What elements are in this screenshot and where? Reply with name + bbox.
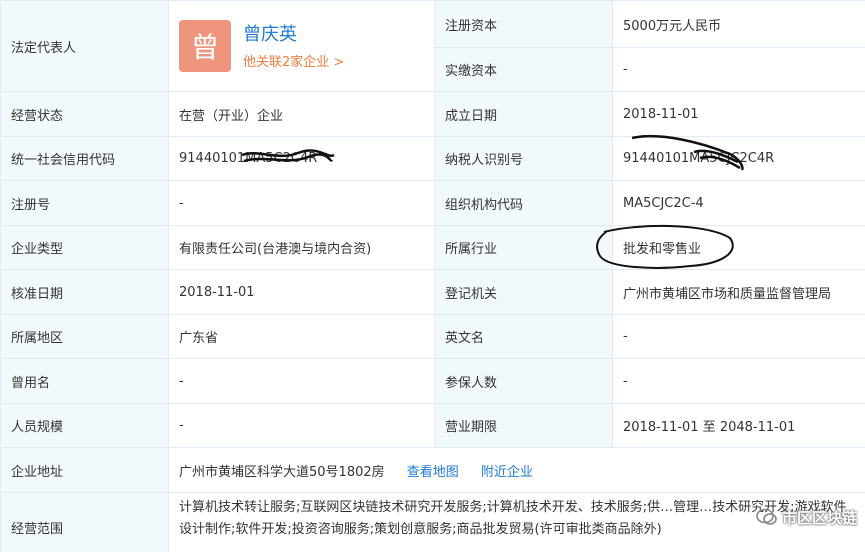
row-value: 2018-11-01 xyxy=(612,91,865,137)
view-map-link[interactable]: 查看地图 xyxy=(407,465,459,480)
table-row: 统一社会信用代码 91440101MA5C2C4R 纳税人识别号 9144010… xyxy=(0,136,865,181)
paid-capital-value: - xyxy=(612,47,865,92)
address-label: 企业地址 xyxy=(0,447,169,493)
row-value: - xyxy=(612,358,865,404)
row-value: 广州市黄埔区市场和质量监督管理局 xyxy=(612,269,865,315)
address-value: 广州市黄埔区科学大道50号1802房 xyxy=(179,464,385,480)
watermark: 市区区块链 xyxy=(756,506,857,528)
row-label: 所属行业 xyxy=(434,225,613,270)
row-value: 在营（开业）企业 xyxy=(168,91,435,137)
table-row: 经营状态 在营（开业）企业 成立日期 2018-11-01 xyxy=(0,91,865,137)
table-row: 曾用名 - 参保人数 - xyxy=(0,358,865,404)
row-label: 纳税人识别号 xyxy=(434,136,613,181)
row-value: MA5CJC2C-4 xyxy=(612,180,865,226)
legal-rep-label: 法定代表人 xyxy=(0,0,169,92)
row-label: 注册号 xyxy=(0,180,169,226)
company-info-table: 法定代表人 曾 曾庆英 他关联2家企业 > 注册资本 5000万元人民币 实缴资… xyxy=(0,0,865,552)
table-row: 人员规模 - 营业期限 2018-11-01 至 2048-11-01 xyxy=(0,403,865,448)
row-value: 有限责任公司(台港澳与境内合资) xyxy=(168,225,435,270)
avatar: 曾 xyxy=(179,20,231,72)
row-label: 营业期限 xyxy=(434,403,613,448)
row-value: 2018-11-01 至 2048-11-01 xyxy=(612,403,865,448)
row-label: 参保人数 xyxy=(434,358,613,404)
row-value: 批发和零售业 xyxy=(612,225,865,270)
watermark-text: 市区区块链 xyxy=(781,508,857,527)
row-label: 英文名 xyxy=(434,314,613,359)
row-label: 统一社会信用代码 xyxy=(0,136,169,181)
row-value: - xyxy=(168,403,435,448)
scope-label: 经营范围 xyxy=(0,492,169,552)
related-companies-link[interactable]: 他关联2家企业 > xyxy=(243,51,344,70)
registered-capital-label: 注册资本 xyxy=(434,0,613,48)
row-label: 组织机构代码 xyxy=(434,180,613,226)
row-label: 所属地区 xyxy=(0,314,169,359)
paid-capital-label: 实缴资本 xyxy=(434,47,613,92)
table-row: 核准日期 2018-11-01 登记机关 广州市黄埔区市场和质量监督管理局 xyxy=(0,269,865,315)
row-value: 2018-11-01 xyxy=(168,269,435,315)
registered-capital-value: 5000万元人民币 xyxy=(612,0,865,48)
address-cell: 广州市黄埔区科学大道50号1802房 查看地图 附近企业 xyxy=(168,447,865,493)
row-label: 登记机关 xyxy=(434,269,613,315)
row-label: 成立日期 xyxy=(434,91,613,137)
row-value: - xyxy=(168,358,435,404)
row-value: 广东省 xyxy=(168,314,435,359)
row-label: 曾用名 xyxy=(0,358,169,404)
legal-rep-cell: 曾 曾庆英 他关联2家企业 > xyxy=(168,0,435,92)
row-value: 91440101MA5C2C4R xyxy=(168,136,435,181)
nearby-companies-link[interactable]: 附近企业 xyxy=(481,465,533,480)
row-label: 经营状态 xyxy=(0,91,169,137)
table-row: 所属地区 广东省 英文名 - xyxy=(0,314,865,359)
row-label: 人员规模 xyxy=(0,403,169,448)
row-label: 企业类型 xyxy=(0,225,169,270)
scope-row: 经营范围 计算机技术转让服务;互联网区块链技术研究开发服务;计算机技术开发、技术… xyxy=(0,492,865,552)
row-label: 核准日期 xyxy=(0,269,169,315)
row-value: - xyxy=(168,180,435,226)
row-value: - xyxy=(612,314,865,359)
address-row: 企业地址 广州市黄埔区科学大道50号1802房 查看地图 附近企业 xyxy=(0,447,865,493)
legal-rep-name-link[interactable]: 曾庆英 xyxy=(243,23,344,47)
table-row: 注册号 - 组织机构代码 MA5CJC2C-4 xyxy=(0,180,865,226)
table-row: 企业类型 有限责任公司(台港澳与境内合资) 所属行业 批发和零售业 xyxy=(0,225,865,270)
wechat-icon xyxy=(756,508,777,525)
row-value: 91440101MA5CJC2C4R xyxy=(612,136,865,181)
